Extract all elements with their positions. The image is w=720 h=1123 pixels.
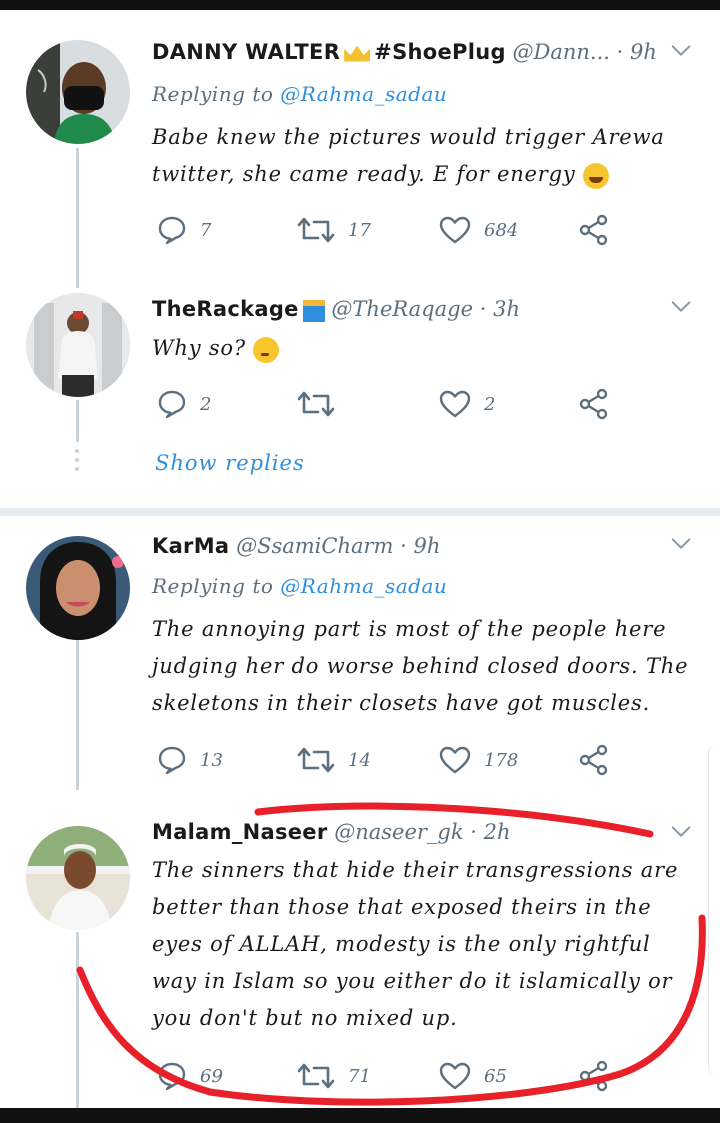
like-button[interactable]: 178	[438, 740, 518, 780]
user-handle[interactable]: @SsamiCharm	[236, 534, 393, 558]
reply-count: 13	[200, 749, 223, 771]
user-name[interactable]: KarMa	[152, 534, 229, 558]
like-count: 178	[484, 749, 519, 771]
like-button[interactable]: 684	[438, 210, 518, 250]
laughing-emoji-icon	[583, 162, 610, 189]
user-name[interactable]: Malam_Naseer	[152, 820, 328, 844]
user-tag: #ShoePlug	[374, 40, 506, 64]
tweet-text: Babe knew the pictures would trigger Are…	[152, 119, 697, 193]
avatar[interactable]	[26, 536, 130, 640]
like-button[interactable]: 2	[438, 384, 495, 424]
scrollbar[interactable]	[708, 745, 720, 1075]
retweet-count: 17	[348, 219, 371, 241]
chevron-down-icon[interactable]	[670, 533, 692, 555]
replying-to: Replying to @Rahma_sadau	[152, 574, 447, 598]
like-count: 684	[484, 219, 519, 241]
speech-bubble-icon	[156, 744, 188, 776]
thread-line	[76, 148, 79, 288]
avatar[interactable]	[26, 40, 130, 144]
show-replies-link[interactable]: Show replies	[155, 451, 305, 475]
retweet-count: 71	[348, 1065, 371, 1087]
tweet-time[interactable]: 9h	[414, 534, 441, 558]
replying-to: Replying to @Rahma_sadau	[152, 82, 447, 106]
separator: ·	[616, 40, 624, 64]
reply-button[interactable]: 7	[156, 210, 211, 250]
user-name[interactable]: TheRackage	[152, 297, 299, 321]
retweet-icon	[296, 1060, 336, 1092]
retweet-button[interactable]	[296, 384, 348, 424]
reply-button[interactable]: 13	[156, 740, 223, 780]
replying-label: Replying to	[152, 574, 274, 598]
tweet-time[interactable]: 2h	[484, 820, 511, 844]
heart-icon	[438, 744, 472, 776]
separator: ·	[479, 297, 487, 321]
reply-button[interactable]: 69	[156, 1056, 223, 1096]
share-button[interactable]	[578, 1056, 610, 1096]
chevron-down-icon[interactable]	[670, 821, 692, 843]
navigation-bar	[0, 1108, 720, 1123]
share-icon	[578, 388, 610, 420]
mention-link[interactable]: @Rahma_sadau	[280, 574, 447, 598]
user-handle[interactable]: @TheRaqage	[331, 297, 473, 321]
chevron-down-icon[interactable]	[670, 296, 692, 318]
status-bar	[0, 0, 720, 10]
thinking-emoji-icon	[253, 336, 280, 363]
speech-bubble-icon	[156, 214, 188, 246]
share-icon	[578, 214, 610, 246]
reply-count: 2	[200, 393, 212, 415]
mention-link[interactable]: @Rahma_sadau	[280, 82, 447, 106]
gift-icon	[302, 299, 325, 322]
thread-line	[76, 640, 79, 790]
speech-bubble-icon	[156, 1060, 188, 1092]
replying-label: Replying to	[152, 82, 274, 106]
tweet-time[interactable]: 3h	[493, 297, 520, 321]
tweet-text: Why so?	[152, 330, 697, 367]
thread-line	[76, 932, 79, 1108]
tweet-text: The sinners that hide their transgressio…	[152, 858, 679, 1030]
like-button[interactable]: 65	[438, 1056, 507, 1096]
reply-button[interactable]: 2	[156, 384, 211, 424]
retweet-button[interactable]: 17	[296, 210, 371, 250]
user-handle[interactable]: @Dann...	[512, 40, 609, 64]
retweet-button[interactable]: 14	[296, 740, 371, 780]
share-button[interactable]	[578, 210, 610, 250]
tweet-text: The annoying part is most of the people …	[152, 617, 689, 715]
like-count: 65	[484, 1065, 507, 1087]
thread-line	[76, 400, 79, 442]
retweet-icon	[296, 744, 336, 776]
user-name[interactable]: DANNY WALTER	[152, 40, 340, 64]
retweet-count: 14	[348, 749, 371, 771]
avatar[interactable]	[26, 826, 130, 930]
share-icon	[578, 744, 610, 776]
tweet-actions: 13 14 178	[152, 740, 622, 780]
like-count: 2	[484, 393, 496, 415]
retweet-button[interactable]: 71	[296, 1056, 371, 1096]
retweet-icon	[296, 388, 336, 420]
separator: ·	[400, 534, 407, 558]
share-button[interactable]	[578, 384, 610, 424]
heart-icon	[438, 1060, 472, 1092]
heart-icon	[438, 214, 472, 246]
chevron-down-icon[interactable]	[670, 40, 692, 62]
crown-icon	[344, 45, 371, 62]
tweet-actions: 7 17 684	[152, 210, 622, 250]
reply-count: 69	[200, 1065, 223, 1087]
reply-count: 7	[200, 219, 212, 241]
retweet-icon	[296, 214, 336, 246]
share-button[interactable]	[578, 740, 610, 780]
avatar[interactable]	[26, 293, 130, 397]
speech-bubble-icon	[156, 388, 188, 420]
thread-more-dots	[75, 449, 80, 477]
user-handle[interactable]: @naseer_gk	[334, 820, 463, 844]
separator: ·	[470, 820, 477, 844]
share-icon	[578, 1060, 610, 1092]
tweet-time[interactable]: 9h	[630, 40, 657, 64]
heart-icon	[438, 388, 472, 420]
tweet-actions: 2 2	[152, 384, 622, 424]
section-divider	[0, 508, 720, 516]
tweet-actions: 69 71 65	[152, 1056, 622, 1096]
